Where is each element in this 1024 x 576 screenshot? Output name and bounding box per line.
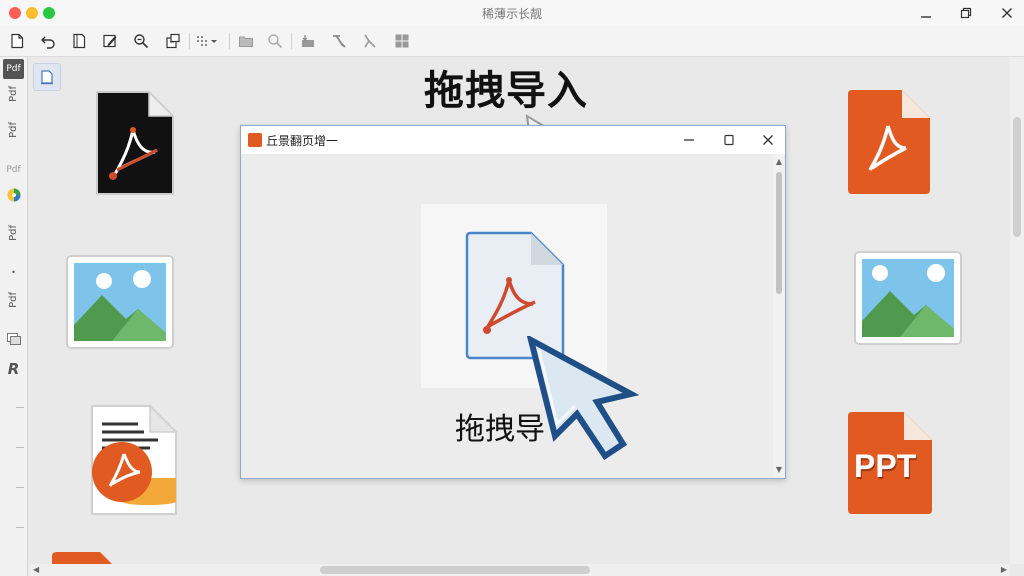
undo-icon[interactable] <box>37 30 59 52</box>
scroll-up-arrow[interactable]: ▲ <box>773 156 785 168</box>
dialog-scrollbar[interactable]: ▲ ▼ <box>773 154 785 478</box>
scroll-thumb[interactable] <box>776 172 782 294</box>
page-icon[interactable] <box>68 30 90 52</box>
image-file-icon-right[interactable] <box>852 249 964 347</box>
dialog-close-icon[interactable] <box>756 130 780 150</box>
folder-icon[interactable] <box>235 30 257 52</box>
horizontal-scroll-thumb[interactable] <box>320 566 590 574</box>
drop-zone[interactable]: 拖拽导 <box>241 154 773 478</box>
toolbar <box>0 26 1024 57</box>
horizontal-scrollbar[interactable]: ◀ ▶ <box>30 564 1010 576</box>
ruler-tick <box>16 527 24 528</box>
color-wheel-icon[interactable] <box>3 185 24 205</box>
toolbar-divider <box>291 33 292 49</box>
tool-a-icon[interactable] <box>328 30 350 52</box>
ppt-label: PPT <box>854 448 917 484</box>
side-item-pdf[interactable]: Pdf <box>3 213 24 253</box>
zoom-edit-icon[interactable] <box>130 30 152 52</box>
pdf-document-icon[interactable] <box>88 402 180 518</box>
scroll-right-arrow[interactable]: ▶ <box>1001 564 1007 576</box>
ppt-file-icon[interactable]: PPT <box>844 408 936 518</box>
vertical-scrollbar[interactable] <box>1010 57 1024 564</box>
scroll-left-arrow[interactable]: ◀ <box>33 564 39 576</box>
dialog-maximize-icon[interactable] <box>717 130 741 150</box>
side-item-pdf[interactable]: Pdf <box>3 59 24 79</box>
import-icon[interactable] <box>297 30 319 52</box>
partial-file-icon <box>52 552 112 564</box>
search-icon[interactable] <box>264 30 286 52</box>
dialog-title: 丘景翻页增一 <box>266 134 339 148</box>
toolbar-divider <box>229 33 230 49</box>
side-item-pdf[interactable]: Pdf <box>3 117 24 143</box>
pdf-file-icon-orange[interactable] <box>844 86 934 198</box>
dot-marker: • <box>11 267 16 277</box>
app-logo-icon <box>248 133 262 147</box>
italic-r-icon[interactable]: R <box>3 359 24 379</box>
dialog-title-bar: 丘景翻页增一 <box>241 126 785 154</box>
tool-b-icon[interactable] <box>359 30 381 52</box>
export-icon[interactable] <box>162 30 184 52</box>
edit-icon[interactable] <box>99 30 121 52</box>
restore-icon[interactable] <box>953 3 979 23</box>
side-item-pdf[interactable]: Pdf <box>3 285 24 315</box>
scroll-down-arrow[interactable]: ▼ <box>773 464 785 476</box>
vertical-scroll-thumb[interactable] <box>1013 117 1021 237</box>
side-tool-strip: Pdf Pdf Pdf Pdf Pdf • Pdf R <box>0 57 28 576</box>
side-item-pdf[interactable]: Pdf <box>3 81 24 107</box>
window-title: 稀薄示长靓 <box>481 7 542 21</box>
dialog-minimize-icon[interactable] <box>677 130 701 150</box>
pdf-file-icon-dark[interactable] <box>93 88 177 198</box>
minimize-icon[interactable] <box>913 3 939 23</box>
ruler-tick <box>16 407 24 408</box>
toolbar-divider <box>189 33 190 49</box>
close-icon[interactable] <box>994 3 1020 23</box>
ruler-tick <box>16 487 24 488</box>
windows-icon[interactable] <box>391 30 413 52</box>
import-dialog: 丘景翻页增一 拖拽导 ▲ ▼ <box>240 125 786 479</box>
grid-dropdown-icon[interactable] <box>196 30 218 52</box>
panel-toggle-icon[interactable] <box>33 63 61 91</box>
new-document-icon[interactable] <box>6 30 28 52</box>
drag-cursor-icon <box>527 336 640 461</box>
ruler-tick <box>16 447 24 448</box>
title-bar: 稀薄示长靓 <box>0 0 1024 26</box>
image-file-icon[interactable] <box>64 253 176 351</box>
layers-icon[interactable] <box>3 329 24 349</box>
side-item-pdf[interactable]: Pdf <box>3 161 24 179</box>
